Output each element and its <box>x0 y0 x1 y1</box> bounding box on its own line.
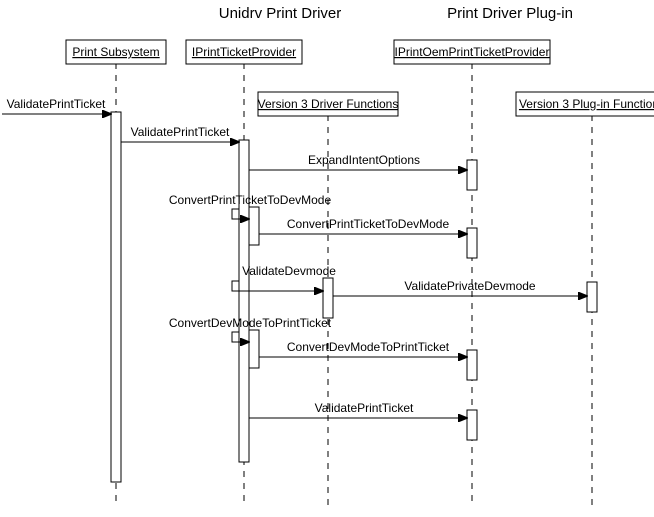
svg-text:Print Subsystem: Print Subsystem <box>72 45 159 59</box>
svg-text:Version 3 Plug-in Functions: Version 3 Plug-in Functions <box>519 97 654 111</box>
msg-convert-pt-devmode-label: ConvertPrintTicketToDevMode <box>287 217 450 231</box>
msg-validate-private-devmode-label: ValidatePrivateDevmode <box>404 279 536 293</box>
sequence-diagram: Unidrv Print Driver Print Driver Plug-in… <box>0 0 654 517</box>
activation-oem-convert-pt <box>467 228 477 258</box>
group-plugin-label: Print Driver Plug-in <box>447 5 573 22</box>
msg-validate-devmode-self-label: ValidateDevmode <box>242 264 336 278</box>
activation-plugin-validate-priv <box>587 282 597 312</box>
activation-oem-expand <box>467 160 477 190</box>
activation-iptp-main <box>239 140 249 462</box>
activation-oem-convert-dm <box>467 350 477 380</box>
svg-text:Version 3 Driver Functions: Version 3 Driver Functions <box>258 97 399 111</box>
activation-oem-validate-pt <box>467 410 477 440</box>
msg-expand-intent-options-label: ExpandIntentOptions <box>308 153 420 167</box>
participant-v3-driver-functions: Version 3 Driver Functions <box>258 92 399 116</box>
participant-v3-plugin-functions: Version 3 Plug-in Functions <box>516 92 654 116</box>
participant-iprint-ticket-provider: IPrintTicketProvider <box>186 40 302 64</box>
activation-print-subsystem <box>111 112 121 482</box>
svg-text:IPrintTicketProvider: IPrintTicketProvider <box>192 45 296 59</box>
participant-iprint-oem-provider: IPrintOemPrintTicketProvider <box>394 40 550 64</box>
activation-iptp-convert-dm <box>249 330 259 368</box>
participant-print-subsystem: Print Subsystem <box>66 40 166 64</box>
msg-validate-print-ticket-in-label: ValidatePrintTicket <box>7 97 106 111</box>
msg-convert-pt-devmode-self-label: ConvertPrintTicketToDevMode <box>169 193 332 207</box>
svg-text:IPrintOemPrintTicketProvider: IPrintOemPrintTicketProvider <box>395 45 550 59</box>
msg-validate-print-ticket-1-label: ValidatePrintTicket <box>131 125 230 139</box>
msg-convert-dm-pt-self-label: ConvertDevModeToPrintTicket <box>169 316 332 330</box>
activation-iptp-convert-pt <box>249 207 259 245</box>
msg-validate-print-ticket-2-label: ValidatePrintTicket <box>315 401 414 415</box>
activation-v3driver-validate <box>323 278 333 318</box>
msg-convert-dm-pt-label: ConvertDevModeToPrintTicket <box>287 340 450 354</box>
group-unidrv-label: Unidrv Print Driver <box>219 5 342 22</box>
